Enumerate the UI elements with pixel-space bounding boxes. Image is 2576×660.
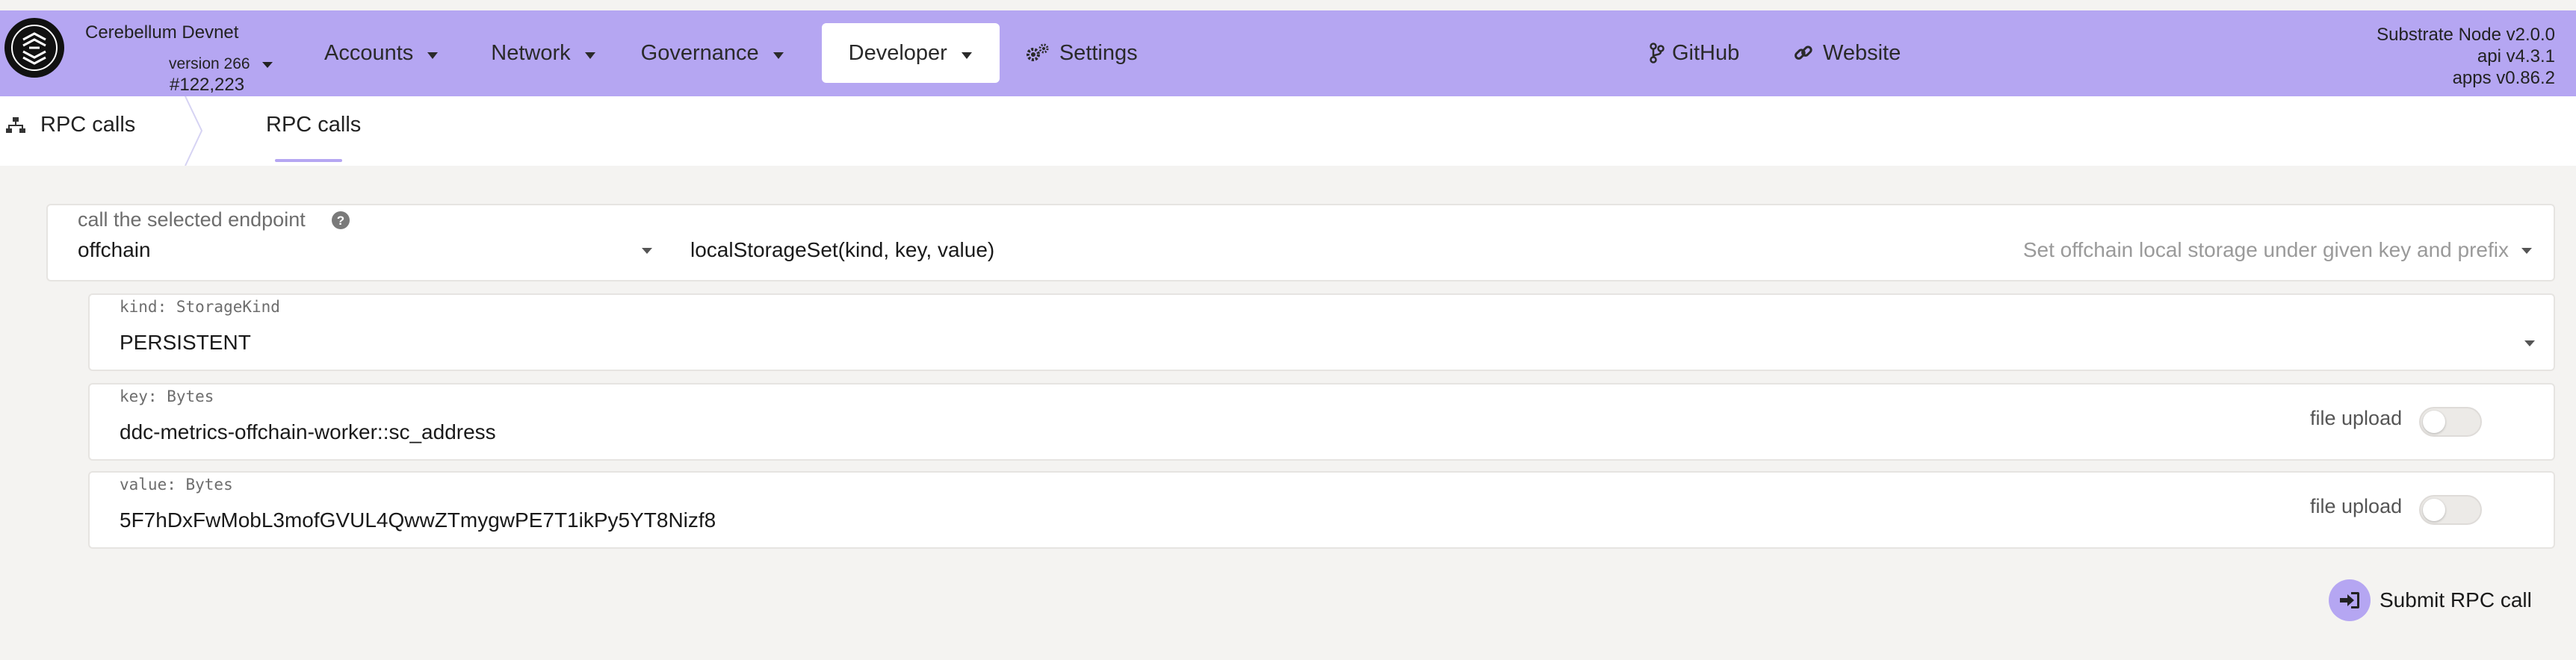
method-value: localStorageSet(kind, key, value) — [690, 238, 995, 261]
github-link-label: GitHub — [1672, 40, 1740, 65]
endpoint-selector: call the selected endpoint ? offchain lo… — [46, 204, 2555, 281]
toggle-knob — [2423, 411, 2445, 433]
chain-logo-icon[interactable] — [4, 18, 64, 78]
question-circle-icon[interactable]: ? — [331, 211, 350, 230]
param-key-label: key: Bytes — [120, 387, 214, 405]
section-value: offchain — [78, 238, 151, 261]
file-upload-label: file upload — [2310, 495, 2403, 517]
api-version: api v4.3.1 — [2477, 46, 2555, 66]
apps-version: apps v0.86.2 — [2452, 68, 2555, 88]
gears-icon — [1025, 43, 1050, 63]
best-block-number: #122,223 — [170, 75, 245, 95]
menu-accounts[interactable]: Accounts — [306, 23, 456, 83]
chain-selector[interactable]: Cerebellum Devnet version 266 #122,223 — [85, 22, 279, 95]
menu-network-label: Network — [491, 40, 571, 65]
file-upload-toggle[interactable] — [2419, 495, 2482, 525]
submit-label: Submit RPC call — [2380, 588, 2532, 611]
section-heading: RPC calls — [6, 113, 135, 137]
menu-network[interactable]: Network — [473, 23, 613, 83]
method-description: Set offchain local storage under given k… — [2022, 238, 2509, 261]
menu-governance-label: Governance — [640, 40, 759, 65]
menu-governance[interactable]: Governance — [623, 23, 802, 83]
chain-name: Cerebellum Devnet — [85, 22, 239, 43]
param-kind-label: kind: StorageKind — [120, 298, 280, 316]
param-value-input[interactable]: 5F7hDxFwMobL3mofGVUL4QwwZTmygwPE7T1ikPy5… — [120, 508, 716, 532]
tab-rpc-calls[interactable]: RPC calls — [266, 113, 361, 137]
menu-developer-label: Developer — [848, 40, 947, 65]
menu-settings[interactable]: Settings — [1007, 23, 1156, 83]
code-branch-icon — [1650, 43, 1665, 63]
param-value-label: value: Bytes — [120, 476, 233, 494]
node-info: Substrate Node v2.0.0 api v4.3.1 apps v0… — [2377, 24, 2555, 89]
section-dropdown[interactable]: offchain — [48, 237, 660, 280]
caret-down-icon — [2524, 340, 2536, 347]
menu-settings-label: Settings — [1059, 40, 1138, 65]
top-navigation-bar: Cerebellum Devnet version 266 #122,223 A… — [0, 10, 2576, 96]
chevron-down-icon — [773, 41, 784, 66]
website-link-label: Website — [1823, 40, 1901, 65]
caret-down-icon — [641, 247, 653, 255]
section-heading-label: RPC calls — [40, 113, 136, 137]
svg-text:?: ? — [337, 214, 344, 228]
sub-navigation-tabs: RPC calls RPC calls — [0, 96, 2576, 166]
github-link[interactable]: GitHub — [1650, 21, 1739, 85]
menu-developer[interactable]: Developer — [821, 23, 1000, 83]
chevron-down-icon — [427, 41, 439, 66]
param-kind[interactable]: kind: StorageKind PERSISTENT — [88, 293, 2555, 371]
caret-down-icon — [2521, 247, 2533, 255]
active-tab-indicator — [275, 159, 342, 162]
file-upload-toggle[interactable] — [2419, 407, 2482, 437]
param-key: key: Bytes ddc-metrics-offchain-worker::… — [88, 383, 2555, 461]
file-upload-label: file upload — [2310, 407, 2403, 429]
node-name: Substrate Node v2.0.0 — [2377, 25, 2555, 45]
menu-accounts-label: Accounts — [324, 40, 414, 65]
param-value: value: Bytes 5F7hDxFwMobL3mofGVUL4QwwZTm… — [88, 471, 2555, 549]
chevron-down-icon — [584, 41, 596, 66]
top-gap — [0, 0, 2576, 10]
sign-in-icon — [2329, 579, 2371, 621]
method-dropdown[interactable]: localStorageSet(kind, key, value) Set of… — [690, 237, 2551, 280]
breadcrumb-separator — [185, 96, 203, 166]
sitemap-icon — [6, 116, 25, 134]
link-icon — [1793, 43, 1814, 63]
main-menu: Accounts Network Governance Developer Se… — [306, 21, 1156, 85]
submit-rpc-call-button[interactable]: Submit RPC call — [2329, 579, 2532, 622]
chevron-down-icon — [961, 41, 973, 66]
endpoint-label: call the selected endpoint — [78, 208, 306, 231]
param-key-input[interactable]: ddc-metrics-offchain-worker::sc_address — [120, 420, 496, 444]
website-link[interactable]: Website — [1793, 21, 1901, 85]
chevron-down-icon — [261, 60, 273, 73]
runtime-version: version 266 — [169, 55, 250, 72]
param-kind-value: PERSISTENT — [120, 331, 251, 354]
toggle-knob — [2423, 499, 2445, 521]
